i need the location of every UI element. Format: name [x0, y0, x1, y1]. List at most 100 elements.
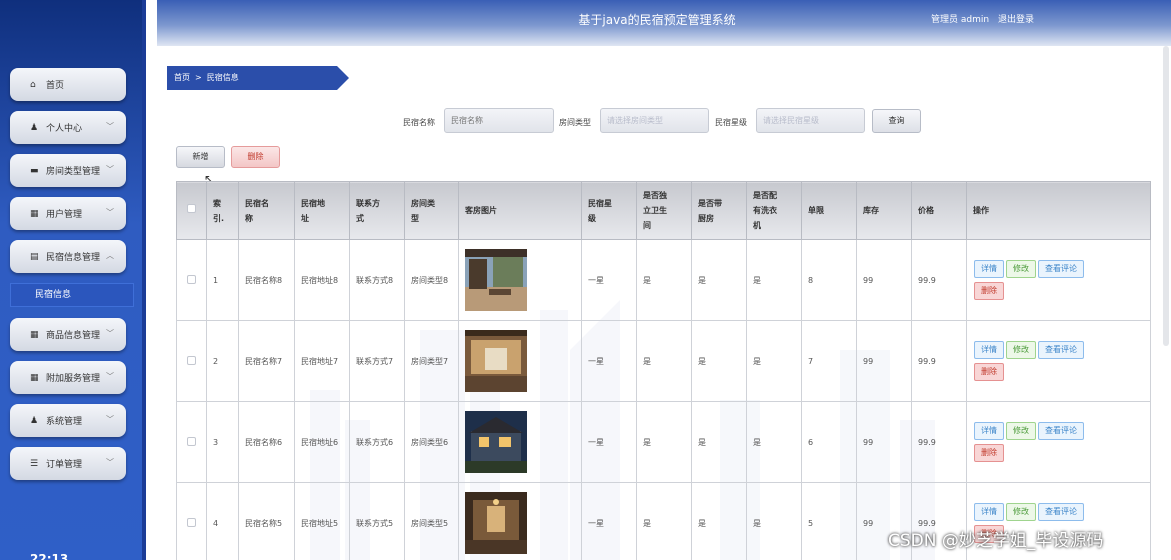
search-star-label: 民宿星级 — [715, 118, 747, 127]
checkbox[interactable] — [187, 436, 196, 446]
room-photo — [465, 330, 527, 392]
header-text: 立卫生 — [643, 206, 667, 215]
list-icon: ☰ — [30, 458, 39, 469]
edit-button[interactable]: 修改 — [1006, 503, 1036, 521]
cell-contact: 联系方式8 — [349, 239, 405, 321]
room-photo — [465, 492, 527, 554]
home-icon: ⌂ — [30, 79, 36, 90]
sidebar-item-room-type[interactable]: ▬ 房间类型管理 ﹀ — [10, 154, 126, 187]
row-delete-button[interactable]: 删除 — [974, 444, 1004, 462]
header-select-all[interactable] — [176, 181, 207, 240]
table-row: 2 民宿名称7 民宿地址7 联系方式7 房间类型7 一星 是 是 是 7 99 … — [176, 320, 1151, 402]
edit-button[interactable]: 修改 — [1006, 341, 1036, 359]
sidebar-item-goods[interactable]: ▦ 商品信息管理 ﹀ — [10, 318, 126, 351]
sidebar-item-personal-center[interactable]: ♟ 个人中心 ﹀ — [10, 111, 126, 144]
edit-button[interactable]: 修改 — [1006, 422, 1036, 440]
checkbox[interactable] — [187, 274, 196, 284]
table-row: 1 民宿名称8 民宿地址8 联系方式8 房间类型8 一星 是 是 是 8 99 … — [176, 239, 1151, 321]
cell-bathroom: 是 — [636, 482, 692, 560]
sidebar-subitem-homestay[interactable]: 民宿信息 — [10, 283, 134, 307]
chevron-down-icon: ﹀ — [106, 122, 114, 131]
detail-button[interactable]: 详情 — [974, 422, 1004, 440]
view-reviews-button[interactable]: 查看评论 — [1038, 503, 1084, 521]
cell-limit: 8 — [801, 239, 857, 321]
view-reviews-button[interactable]: 查看评论 — [1038, 260, 1084, 278]
search-button[interactable]: 查询 — [872, 109, 921, 133]
cell-washer: 是 — [746, 401, 802, 483]
header-text: 是否配 — [753, 191, 777, 200]
cell-kitchen: 是 — [691, 239, 747, 321]
cell-actions: 详情 修改 查看评论 删除 — [966, 320, 1151, 402]
cell-index: 1 — [206, 239, 239, 321]
header: 基于java的民宿预定管理系统 管理员 admin 退出登录 — [157, 0, 1171, 46]
edit-button[interactable]: 修改 — [1006, 260, 1036, 278]
chevron-up-icon: ︿ — [106, 251, 114, 260]
checkbox[interactable] — [187, 204, 196, 213]
header-text: 有洗衣 — [753, 206, 777, 215]
sidebar-item-label: 附加服务管理 — [46, 374, 101, 384]
cell-washer: 是 — [746, 482, 802, 560]
chevron-down-icon: ﹀ — [106, 208, 114, 217]
header-text: 址 — [301, 213, 309, 223]
cell-washer: 是 — [746, 320, 802, 402]
row-select[interactable] — [176, 239, 207, 321]
sidebar-item-label: 系统管理 — [46, 417, 83, 427]
cell-name: 民宿名称8 — [238, 239, 295, 321]
cell-price: 99.9 — [911, 401, 967, 483]
cell-room-type: 房间类型6 — [404, 401, 459, 483]
sidebar-item-homestay-info[interactable]: ▤ 民宿信息管理 ︿ — [10, 240, 126, 273]
row-delete-button[interactable]: 删除 — [974, 282, 1004, 300]
search-type-label: 房间类型 — [559, 118, 591, 127]
header-text: 厨房 — [698, 213, 714, 223]
row-delete-button[interactable]: 删除 — [974, 363, 1004, 381]
table-header-row: 索引. 民宿名称 民宿地址 联系方式 房间类型 客房图片 民宿星级 是否独 立卫生… — [176, 181, 1151, 240]
vertical-scrollbar[interactable] — [1163, 46, 1169, 346]
cell-address: 民宿地址7 — [294, 320, 350, 402]
row-select[interactable] — [176, 320, 207, 402]
header-room-image: 客房图片 — [458, 181, 582, 240]
sidebar-item-label: 订单管理 — [46, 460, 83, 470]
breadcrumb-separator: > — [195, 73, 202, 82]
search-type-select[interactable]: 请选择房间类型 — [600, 108, 709, 133]
cell-actions: 详情 修改 查看评论 删除 — [966, 239, 1151, 321]
header-text: 联系方 — [356, 198, 380, 208]
sidebar-item-users[interactable]: ▦ 用户管理 ﹀ — [10, 197, 126, 230]
cell-room-type: 房间类型8 — [404, 239, 459, 321]
header-text: 民宿星 — [588, 198, 612, 208]
checkbox[interactable] — [187, 355, 196, 365]
header-stock: 库存 — [856, 181, 912, 240]
cell-kitchen: 是 — [691, 320, 747, 402]
detail-button[interactable]: 详情 — [974, 503, 1004, 521]
sidebar-item-label: 民宿信息管理 — [46, 253, 101, 263]
header-text: 称 — [245, 213, 253, 223]
user-info: 管理员 admin 退出登录 — [931, 12, 1034, 25]
cell-room-image — [458, 482, 582, 560]
logout-link[interactable]: 退出登录 — [998, 15, 1034, 25]
header-limit: 单限 — [801, 181, 857, 240]
breadcrumb-home[interactable]: 首页 — [174, 73, 190, 82]
detail-button[interactable]: 详情 — [974, 341, 1004, 359]
view-reviews-button[interactable]: 查看评论 — [1038, 341, 1084, 359]
sidebar-item-home[interactable]: ⌂ 首页 — [10, 68, 126, 101]
view-reviews-button[interactable]: 查看评论 — [1038, 422, 1084, 440]
sidebar-item-system[interactable]: ♟ 系统管理 ﹀ — [10, 404, 126, 437]
detail-button[interactable]: 详情 — [974, 260, 1004, 278]
delete-button[interactable]: 删除 — [231, 146, 280, 168]
cell-limit: 5 — [801, 482, 857, 560]
sidebar: ⌂ 首页 ♟ 个人中心 ﹀ ▬ 房间类型管理 ﹀ ▦ 用户管理 ﹀ ▤ 民宿信息… — [0, 0, 146, 560]
search-name-input[interactable] — [444, 108, 554, 133]
add-button[interactable]: 新增 — [176, 146, 225, 168]
cell-star: 一星 — [581, 482, 637, 560]
row-select[interactable] — [176, 401, 207, 483]
breadcrumb: 首页 > 民宿信息 — [167, 66, 349, 90]
cell-bathroom: 是 — [636, 239, 692, 321]
search-star-select[interactable]: 请选择民宿星级 — [756, 108, 865, 133]
checkbox[interactable] — [187, 517, 196, 527]
sidebar-item-extra-service[interactable]: ▦ 附加服务管理 ﹀ — [10, 361, 126, 394]
chevron-down-icon: ﹀ — [106, 165, 114, 174]
cell-room-image — [458, 239, 582, 321]
watermark-text: CSDN @妙芝学姐_毕设源码 — [888, 531, 1104, 551]
header-address: 民宿地址 — [294, 181, 350, 240]
row-select[interactable] — [176, 482, 207, 560]
sidebar-item-orders[interactable]: ☰ 订单管理 ﹀ — [10, 447, 126, 480]
